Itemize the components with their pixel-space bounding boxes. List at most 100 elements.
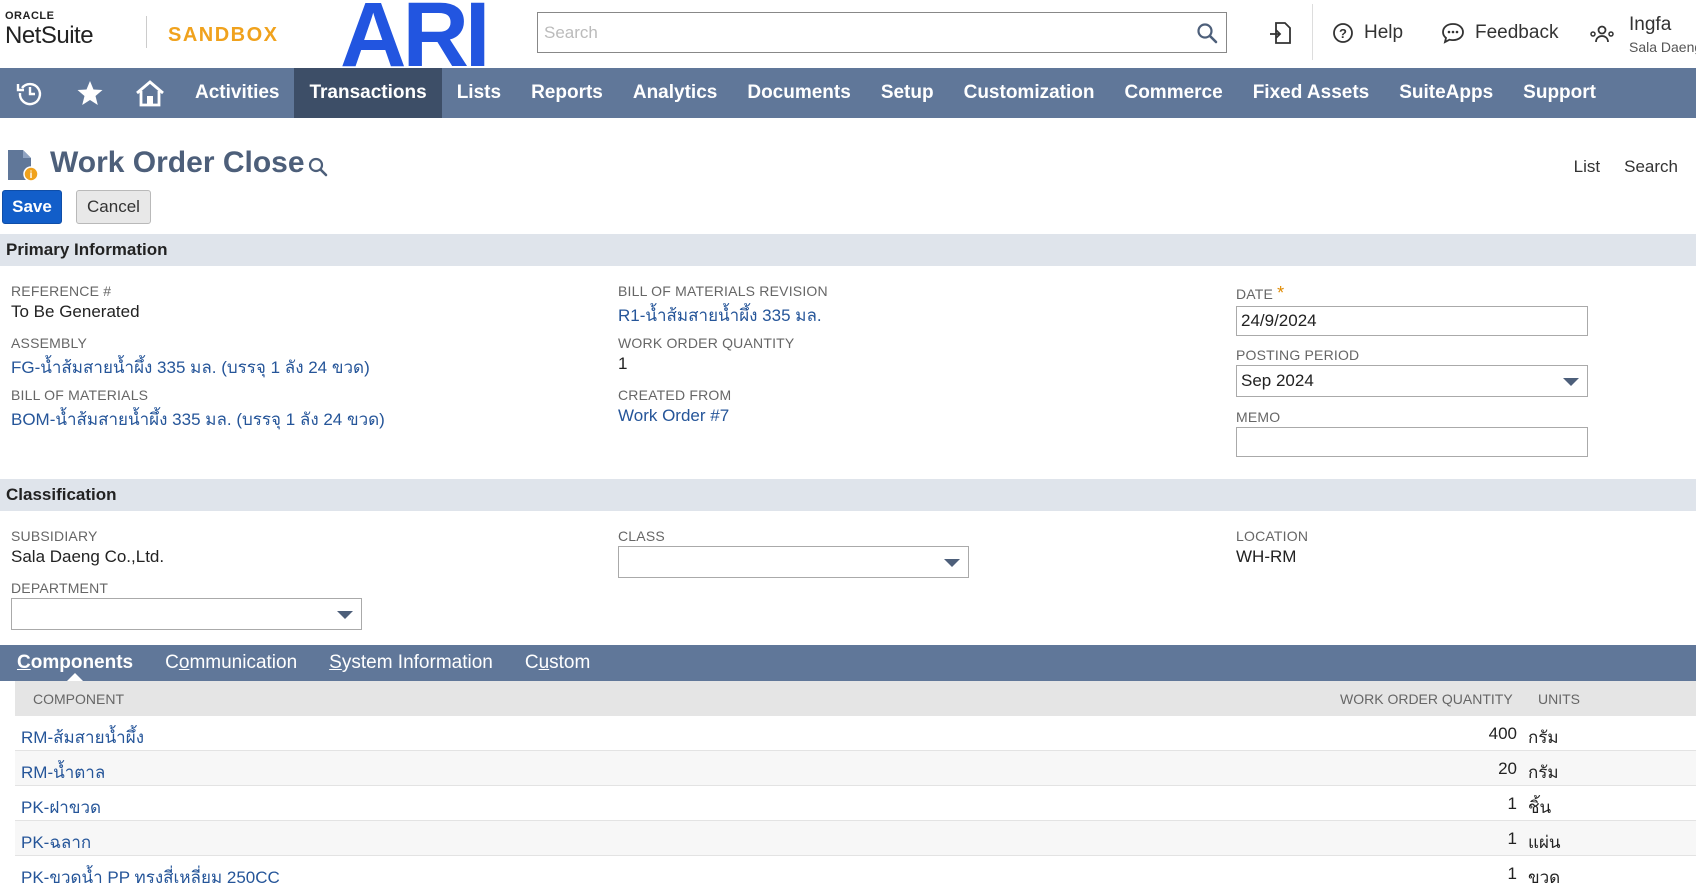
column-header-units[interactable]: UNITS — [1538, 691, 1580, 707]
user-company: Sala Daeng — [1629, 39, 1696, 55]
assembly-link[interactable]: FG-น้ำส้มสายน้ำผึ้ง 335 มล. (บรรจุ 1 ลัง… — [11, 354, 370, 381]
nav-activities[interactable]: Activities — [180, 68, 294, 118]
wo-quantity-field: WORK ORDER QUANTITY 1 — [618, 335, 794, 374]
role-switch-icon — [1590, 25, 1614, 43]
nav-transactions[interactable]: Transactions — [294, 68, 442, 118]
posting-period-select[interactable]: Sep 2024 — [1236, 365, 1588, 397]
nav-support[interactable]: Support — [1508, 68, 1611, 118]
section-classification[interactable]: Classification — [0, 479, 1696, 511]
feedback-icon — [1442, 23, 1464, 44]
list-link[interactable]: List — [1574, 157, 1600, 177]
netsuite-wordmark: NetSuite — [5, 22, 94, 49]
date-input[interactable] — [1236, 306, 1588, 336]
posting-period-label: POSTING PERIOD — [1236, 347, 1360, 363]
main-nav: Activities Transactions Lists Reports An… — [0, 68, 1696, 118]
component-quantity: 1 — [1507, 794, 1517, 813]
nav-recent[interactable] — [0, 68, 60, 118]
star-icon — [77, 81, 103, 105]
component-quantity: 1 — [1507, 864, 1517, 883]
section-primary-information[interactable]: Primary Information — [0, 234, 1696, 266]
memo-input[interactable] — [1236, 427, 1588, 457]
nav-home[interactable] — [120, 68, 180, 118]
nav-lists[interactable]: Lists — [442, 68, 516, 118]
nav-customization[interactable]: Customization — [949, 68, 1110, 118]
global-header: ORACLE NetSuite SANDBOX ARI ? Help Feedb… — [0, 0, 1696, 68]
feedback-link[interactable]: Feedback — [1441, 22, 1558, 44]
clock-history-icon — [16, 82, 42, 106]
class-select[interactable] — [618, 546, 969, 578]
column-header-component[interactable]: COMPONENT — [33, 691, 124, 707]
help-label: Help — [1364, 22, 1404, 43]
nav-fixed-assets[interactable]: Fixed Assets — [1238, 68, 1385, 118]
bom-revision-label: BILL OF MATERIALS REVISION — [618, 283, 828, 299]
component-quantity: 400 — [1488, 724, 1517, 743]
recent-records-icon[interactable] — [1268, 20, 1294, 46]
subsidiary-value: Sala Daeng Co.,Ltd. — [11, 547, 165, 566]
bom-link[interactable]: BOM-น้ำส้มสายน้ำผึ้ง 335 มล. (บรรจุ 1 ลั… — [11, 406, 385, 433]
transaction-record-icon: i — [8, 150, 39, 182]
department-label: DEPARTMENT — [11, 580, 109, 596]
column-header-quantity[interactable]: WORK ORDER QUANTITY — [1340, 691, 1513, 707]
page-title: Work Order Close — [50, 146, 305, 179]
reference-value: To Be Generated — [11, 302, 140, 321]
reference-field: REFERENCE # To Be Generated — [11, 283, 140, 322]
subsidiary-label: SUBSIDIARY — [11, 528, 98, 544]
svg-text:?: ? — [1339, 26, 1347, 41]
search-icon[interactable] — [1196, 22, 1218, 44]
help-icon: ? — [1333, 23, 1353, 43]
nav-commerce[interactable]: Commerce — [1109, 68, 1237, 118]
bom-revision-link[interactable]: R1-น้ำส้มสายน้ำผึ้ง 335 มล. — [618, 302, 828, 329]
save-button[interactable]: Save — [2, 190, 62, 224]
department-select[interactable] — [11, 598, 362, 630]
bom-field: BILL OF MATERIALS BOM-น้ำส้มสายน้ำผึ้ง 3… — [11, 387, 385, 433]
created-from-link[interactable]: Work Order #7 — [618, 406, 731, 426]
component-units: กรัม — [1528, 763, 1559, 782]
tab-communication[interactable]: Communication — [165, 645, 297, 681]
nav-favorites[interactable] — [60, 68, 120, 118]
component-link[interactable]: RM-ส้มสายน้ำผึ้ง — [21, 724, 144, 751]
component-units: ชิ้น — [1528, 798, 1552, 817]
memo-label: MEMO — [1236, 409, 1281, 425]
dropdown-arrow-icon — [337, 611, 353, 619]
feedback-label: Feedback — [1475, 22, 1559, 43]
component-link[interactable]: PK-ขวดน้ำ PP ทรงสี่เหลี่ยม 250CC — [21, 864, 280, 887]
tab-components[interactable]: Components — [17, 645, 133, 681]
user-name: Ingfa — [1629, 14, 1672, 35]
wo-quantity-label: WORK ORDER QUANTITY — [618, 335, 795, 351]
nav-reports[interactable]: Reports — [516, 68, 618, 118]
search-link[interactable]: Search — [1624, 157, 1678, 177]
posting-period-value: Sep 2024 — [1241, 371, 1314, 390]
component-link[interactable]: PK-ฝาขวด — [21, 794, 101, 821]
bom-label: BILL OF MATERIALS — [11, 387, 149, 403]
subtab-bar: Components Communication System Informat… — [0, 645, 1696, 681]
component-units: แผ่น — [1528, 833, 1561, 852]
date-label: DATE * — [1236, 283, 1285, 303]
nav-setup[interactable]: Setup — [866, 68, 949, 118]
header-divider — [146, 16, 147, 48]
company-logo: ARI — [340, 0, 490, 68]
date-field: DATE * — [1236, 283, 1588, 336]
oracle-wordmark: ORACLE — [5, 10, 55, 22]
help-link[interactable]: ? Help — [1332, 22, 1403, 44]
tab-custom[interactable]: Custom — [525, 645, 591, 681]
class-label: CLASS — [618, 528, 665, 544]
environment-badge: SANDBOX — [168, 24, 279, 46]
global-search-input[interactable] — [538, 13, 1178, 52]
netsuite-logo[interactable]: ORACLE NetSuite — [5, 10, 94, 49]
nav-analytics[interactable]: Analytics — [618, 68, 732, 118]
table-row: PK-ฝาขวด 1 ชิ้น — [15, 786, 1696, 821]
memo-field: MEMO — [1236, 409, 1588, 457]
cancel-button[interactable]: Cancel — [76, 190, 151, 224]
component-link[interactable]: PK-ฉลาก — [21, 829, 91, 856]
nav-suiteapps[interactable]: SuiteApps — [1384, 68, 1508, 118]
component-quantity: 1 — [1507, 829, 1517, 848]
assembly-field: ASSEMBLY FG-น้ำส้มสายน้ำผึ้ง 335 มล. (บร… — [11, 335, 370, 381]
component-link[interactable]: RM-น้ำตาล — [21, 759, 105, 786]
tab-system-information[interactable]: System Information — [329, 645, 493, 681]
posting-period-field: POSTING PERIOD Sep 2024 — [1236, 347, 1588, 397]
wo-quantity-value: 1 — [618, 354, 628, 373]
component-units: กรัม — [1528, 728, 1559, 747]
search-icon[interactable] — [307, 156, 329, 178]
location-field: LOCATION WH-RM — [1236, 528, 1308, 567]
nav-documents[interactable]: Documents — [732, 68, 865, 118]
